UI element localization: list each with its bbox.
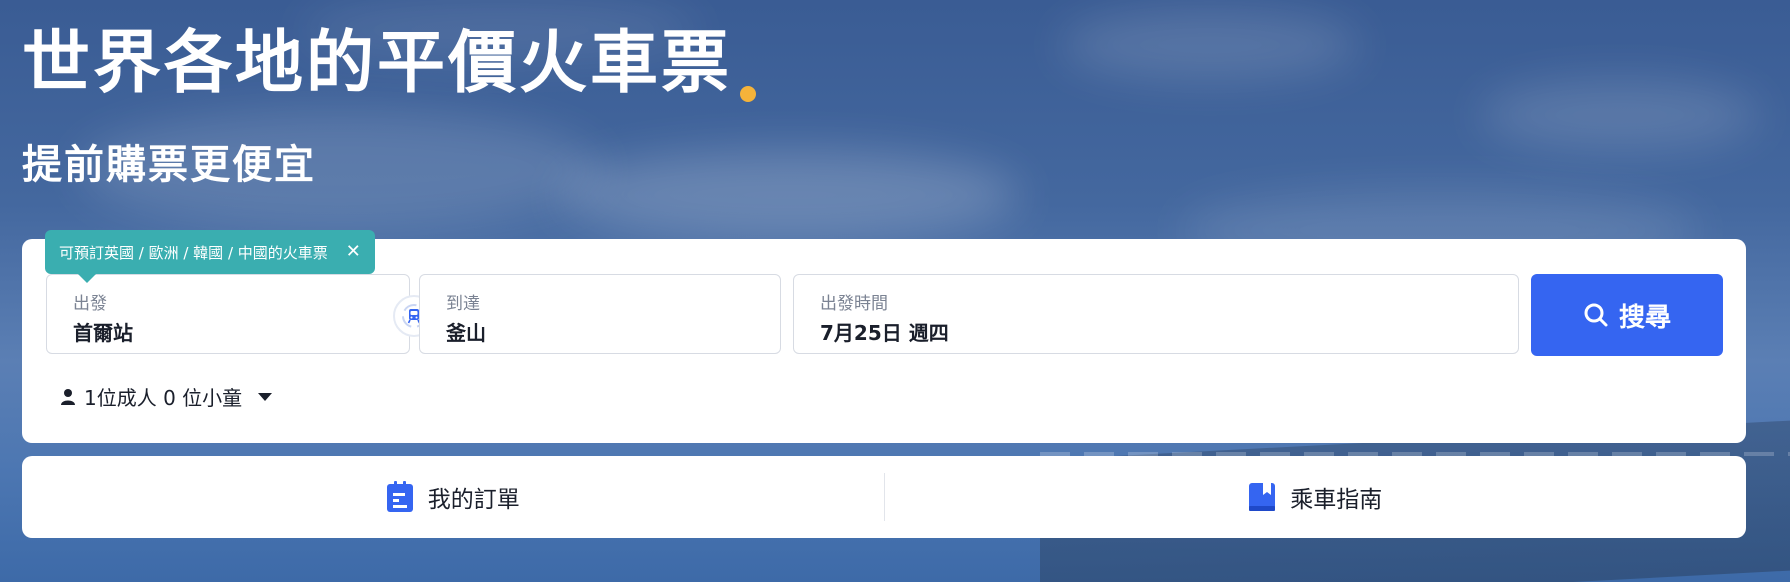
search-button-label: 搜尋 <box>1618 302 1671 333</box>
travel-guide-link[interactable]: 乘車指南 <box>885 480 1747 514</box>
search-panel: 出發 首爾站 到達 釜山 出發時間 7月25日 週四 搜尋 可預訂英國 / 歐洲… <box>22 230 1746 443</box>
coverage-tooltip: 可預訂英國 / 歐洲 / 韓國 / 中國的火車票 ✕ <box>45 230 375 283</box>
cloud <box>1060 10 1360 80</box>
departure-station-field[interactable]: 出發 首爾站 <box>46 274 410 354</box>
clipboard-icon <box>386 481 413 512</box>
departure-value[interactable]: 首爾站 <box>73 317 133 346</box>
cloud <box>1480 80 1760 150</box>
hero-accent-dot <box>740 86 756 102</box>
arrival-station-field[interactable]: 到達 釜山 <box>419 274 781 354</box>
departure-date-field[interactable]: 出發時間 7月25日 週四 <box>793 274 1519 354</box>
person-icon <box>61 388 75 405</box>
arrival-label: 到達 <box>446 294 480 314</box>
search-icon <box>1584 303 1608 327</box>
hero-subtitle: 提前購票更便宜 <box>22 142 316 188</box>
tooltip-text: 可預訂英國 / 歐洲 / 韓國 / 中國的火車票 <box>59 243 328 262</box>
quick-links-bar: 我的訂單 乘車指南 <box>22 456 1746 538</box>
date-label: 出發時間 <box>820 294 888 314</box>
cloud <box>560 150 1020 240</box>
search-button[interactable]: 搜尋 <box>1531 274 1723 356</box>
departure-label: 出發 <box>73 294 107 314</box>
hero-title: 世界各地的平價火車票 <box>22 24 733 103</box>
date-value[interactable]: 7月25日 週四 <box>820 317 949 346</box>
arrival-value[interactable]: 釜山 <box>446 317 486 346</box>
book-icon <box>1249 483 1276 511</box>
passenger-selector[interactable]: 1位成人 0 位小童 <box>60 382 273 411</box>
close-icon[interactable]: ✕ <box>346 243 361 261</box>
my-orders-link[interactable]: 我的訂單 <box>22 480 884 514</box>
travel-guide-label: 乘車指南 <box>1290 487 1383 513</box>
chevron-down-icon <box>258 392 273 401</box>
passenger-count: 1位成人 0 位小童 <box>84 386 243 410</box>
my-orders-label: 我的訂單 <box>427 487 520 513</box>
